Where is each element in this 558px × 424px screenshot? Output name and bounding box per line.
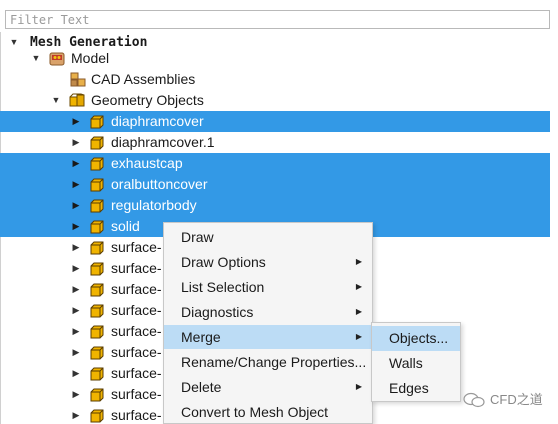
tree-node-label: Model — [71, 50, 110, 66]
tree-node-geometry-objects[interactable]: ▼ Geometry Objects — [0, 90, 550, 111]
tree-node-cad-assemblies[interactable]: CAD Assemblies — [0, 69, 550, 90]
submenu-item-objects[interactable]: Objects... — [372, 326, 460, 351]
menu-item-draw-options[interactable]: Draw Options ▶ — [164, 250, 372, 274]
menu-item-list-selection[interactable]: List Selection ▶ — [164, 275, 372, 299]
menu-item-merge[interactable]: Merge ▶ — [164, 325, 372, 349]
expand-arrow-icon[interactable]: ▶ — [70, 279, 82, 300]
menu-item-rename-change-properties[interactable]: Rename/Change Properties... — [164, 350, 372, 374]
tree-node-label: surface- — [111, 386, 162, 402]
expand-arrow-icon[interactable]: ▶ — [70, 258, 82, 279]
tree-node-label: solid — [111, 218, 140, 234]
expand-arrow-icon[interactable]: ▶ — [70, 237, 82, 258]
menu-item-label: Merge — [181, 329, 221, 345]
wechat-icon — [463, 392, 485, 408]
model-icon — [49, 52, 65, 66]
geometry-object-icon — [90, 346, 104, 360]
geometry-object-icon — [90, 199, 104, 213]
expand-arrow-icon[interactable]: ▶ — [70, 300, 82, 321]
submenu-arrow-icon: ▶ — [355, 307, 362, 316]
merge-submenu: Objects... Walls Edges — [371, 322, 461, 402]
expand-arrow-icon[interactable]: ▶ — [70, 321, 82, 342]
tree-node-label: surface- — [111, 365, 162, 381]
menu-item-label: Draw Options — [181, 254, 266, 270]
menu-item-label: Convert to Mesh Object — [181, 404, 329, 420]
expand-arrow-icon[interactable]: ▶ — [70, 111, 82, 132]
tree-node-label: surface- — [111, 407, 162, 423]
tree-node-label: diaphramcover — [111, 113, 204, 129]
submenu-item-walls[interactable]: Walls — [372, 351, 460, 376]
tree-node-model[interactable]: ▼ Model — [0, 48, 550, 69]
expand-arrow-icon[interactable]: ▶ — [70, 132, 82, 153]
menu-item-label: List Selection — [181, 279, 265, 295]
tree-node-label: oralbuttoncover — [111, 176, 208, 192]
tree-node-label: surface- — [111, 239, 162, 255]
geometry-object-icon — [90, 157, 104, 171]
cad-assemblies-icon — [70, 72, 86, 87]
expand-arrow-icon[interactable]: ▶ — [70, 153, 82, 174]
geometry-object-icon — [90, 367, 104, 381]
geometry-object-icon — [90, 325, 104, 339]
tree-node-label: surface- — [111, 323, 162, 339]
geometry-object-icon — [90, 409, 104, 423]
expand-arrow-icon[interactable]: ▶ — [70, 216, 82, 237]
filter-text-input[interactable] — [5, 10, 550, 29]
submenu-arrow-icon: ▶ — [355, 257, 362, 266]
context-menu: Draw Draw Options ▶ List Selection ▶ Dia… — [163, 222, 373, 424]
submenu-arrow-icon: ▶ — [355, 282, 362, 291]
tree-node-object[interactable]: ▶ diaphramcover.1 — [0, 132, 550, 153]
tree-node-object[interactable]: ▶ oralbuttoncover — [0, 174, 550, 195]
expand-arrow-icon[interactable]: ▶ — [70, 363, 82, 384]
tree-node-object[interactable]: ▶ regulatorbody — [0, 195, 550, 216]
geometry-object-icon — [90, 241, 104, 255]
tree-node-label: Geometry Objects — [91, 92, 204, 108]
menu-item-diagnostics[interactable]: Diagnostics ▶ — [164, 300, 372, 324]
tree-node-label: surface- — [111, 281, 162, 297]
expand-arrow-icon[interactable]: ▶ — [70, 342, 82, 363]
geometry-object-icon — [90, 220, 104, 234]
expand-arrow-icon[interactable]: ▶ — [70, 195, 82, 216]
menu-item-label: Delete — [181, 379, 222, 395]
expand-arrow-icon[interactable]: ▼ — [50, 90, 62, 111]
geometry-object-icon — [90, 115, 104, 129]
watermark: CFD之道 — [463, 390, 553, 412]
submenu-item-label: Objects... — [389, 330, 449, 346]
expand-arrow-icon[interactable]: ▶ — [70, 405, 82, 424]
geometry-object-icon — [90, 283, 104, 297]
tree-node-label: diaphramcover.1 — [111, 134, 215, 150]
submenu-item-label: Edges — [389, 380, 429, 396]
submenu-item-edges[interactable]: Edges — [372, 376, 460, 401]
tree-node-label: CAD Assemblies — [91, 71, 196, 87]
menu-item-label: Draw — [181, 229, 214, 245]
tree-node-label: surface- — [111, 302, 162, 318]
submenu-arrow-icon: ▶ — [355, 382, 362, 391]
geometry-object-icon — [90, 304, 104, 318]
geometry-objects-icon — [69, 93, 85, 107]
geometry-object-icon — [90, 262, 104, 276]
tree-node-label: exhaustcap — [111, 155, 183, 171]
tree-node-label: surface- — [111, 344, 162, 360]
expand-arrow-icon[interactable]: ▼ — [30, 48, 42, 69]
tree-node-label: surface- — [111, 260, 162, 276]
geometry-object-icon — [90, 136, 104, 150]
watermark-text: CFD之道 — [490, 392, 543, 407]
submenu-arrow-icon: ▶ — [355, 332, 362, 341]
menu-item-draw[interactable]: Draw — [164, 225, 372, 249]
menu-item-convert-to-mesh-object[interactable]: Convert to Mesh Object — [164, 400, 372, 424]
submenu-item-label: Walls — [389, 355, 423, 371]
geometry-object-icon — [90, 178, 104, 192]
menu-item-label: Diagnostics — [181, 304, 254, 320]
geometry-object-icon — [90, 388, 104, 402]
tree-node-label: regulatorbody — [111, 197, 197, 213]
menu-item-delete[interactable]: Delete ▶ — [164, 375, 372, 399]
expand-arrow-icon[interactable]: ▶ — [70, 174, 82, 195]
tree-node-object[interactable]: ▶ diaphramcover — [0, 111, 550, 132]
menu-item-label: Rename/Change Properties... — [181, 354, 367, 370]
tree-node-object[interactable]: ▶ exhaustcap — [0, 153, 550, 174]
expand-arrow-icon[interactable]: ▶ — [70, 384, 82, 405]
